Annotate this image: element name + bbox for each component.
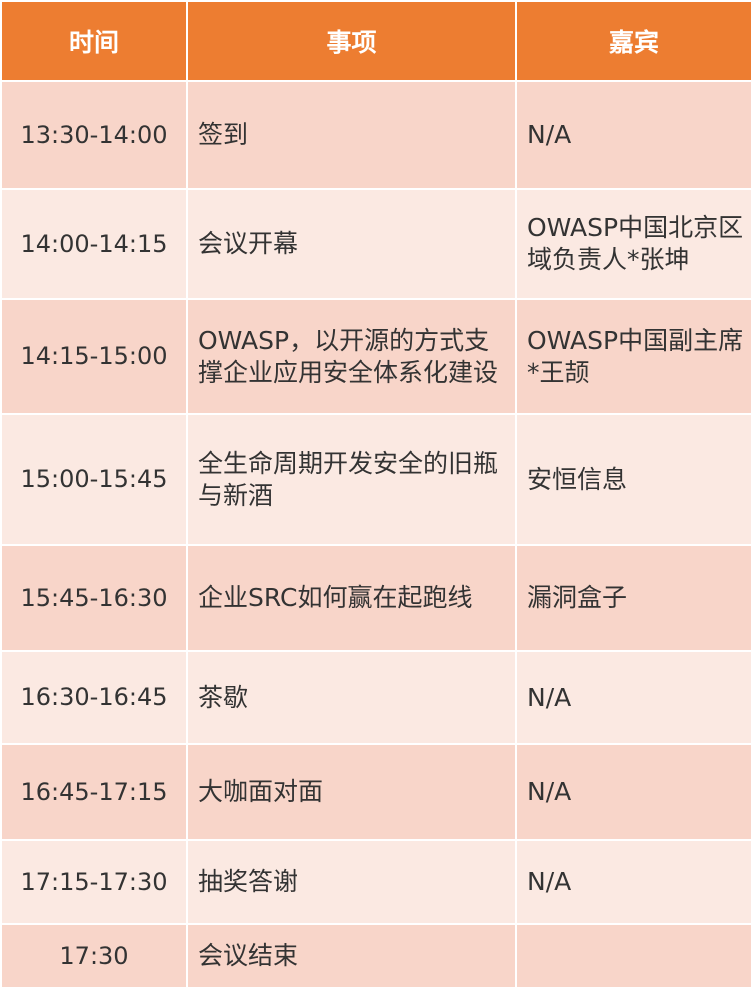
guest-cell: OWASP中国北京区域负责人*张坤: [515, 188, 751, 300]
item-cell: 全生命周期开发安全的旧瓶与新酒: [186, 413, 517, 546]
table-row: 15:00-15:45 全生命周期开发安全的旧瓶与新酒 安恒信息: [0, 413, 751, 546]
table-row: 13:30-14:00 签到 N/A: [0, 80, 751, 190]
table-row: 16:45-17:15 大咖面对面 N/A: [0, 743, 751, 841]
item-cell: 企业SRC如何赢在起跑线: [186, 544, 517, 652]
time-cell: 17:30: [0, 923, 188, 989]
guest-cell: N/A: [515, 650, 751, 745]
table-row: 14:00-14:15 会议开幕 OWASP中国北京区域负责人*张坤: [0, 188, 751, 300]
column-header-guest: 嘉宾: [515, 0, 751, 82]
table-row: 14:15-15:00 OWASP，以开源的方式支撑企业应用安全体系化建设 OW…: [0, 298, 751, 415]
item-cell: 抽奖答谢: [186, 839, 517, 925]
table-row: 15:45-16:30 企业SRC如何赢在起跑线 漏洞盒子: [0, 544, 751, 652]
column-header-item: 事项: [186, 0, 517, 82]
guest-cell: N/A: [515, 80, 751, 190]
guest-cell: OWASP中国副主席*王颉: [515, 298, 751, 415]
time-cell: 16:45-17:15: [0, 743, 188, 841]
guest-cell: 漏洞盒子: [515, 544, 751, 652]
guest-cell: [515, 923, 751, 989]
item-cell: 大咖面对面: [186, 743, 517, 841]
item-cell: 会议开幕: [186, 188, 517, 300]
time-cell: 14:00-14:15: [0, 188, 188, 300]
guest-cell: N/A: [515, 839, 751, 925]
time-cell: 17:15-17:30: [0, 839, 188, 925]
time-cell: 15:00-15:45: [0, 413, 188, 546]
guest-cell: N/A: [515, 743, 751, 841]
item-cell: OWASP，以开源的方式支撑企业应用安全体系化建设: [186, 298, 517, 415]
time-cell: 15:45-16:30: [0, 544, 188, 652]
table-row: 17:15-17:30 抽奖答谢 N/A: [0, 839, 751, 925]
item-cell: 茶歇: [186, 650, 517, 745]
table-row: 17:30 会议结束: [0, 923, 751, 989]
time-cell: 14:15-15:00: [0, 298, 188, 415]
item-cell: 签到: [186, 80, 517, 190]
time-cell: 13:30-14:00: [0, 80, 188, 190]
item-cell: 会议结束: [186, 923, 517, 989]
time-cell: 16:30-16:45: [0, 650, 188, 745]
column-header-time: 时间: [0, 0, 188, 82]
schedule-table: 时间 事项 嘉宾 13:30-14:00 签到 N/A 14:00-14:15 …: [0, 0, 751, 989]
guest-cell: 安恒信息: [515, 413, 751, 546]
header-row: 时间 事项 嘉宾: [0, 0, 751, 82]
table-row: 16:30-16:45 茶歇 N/A: [0, 650, 751, 745]
